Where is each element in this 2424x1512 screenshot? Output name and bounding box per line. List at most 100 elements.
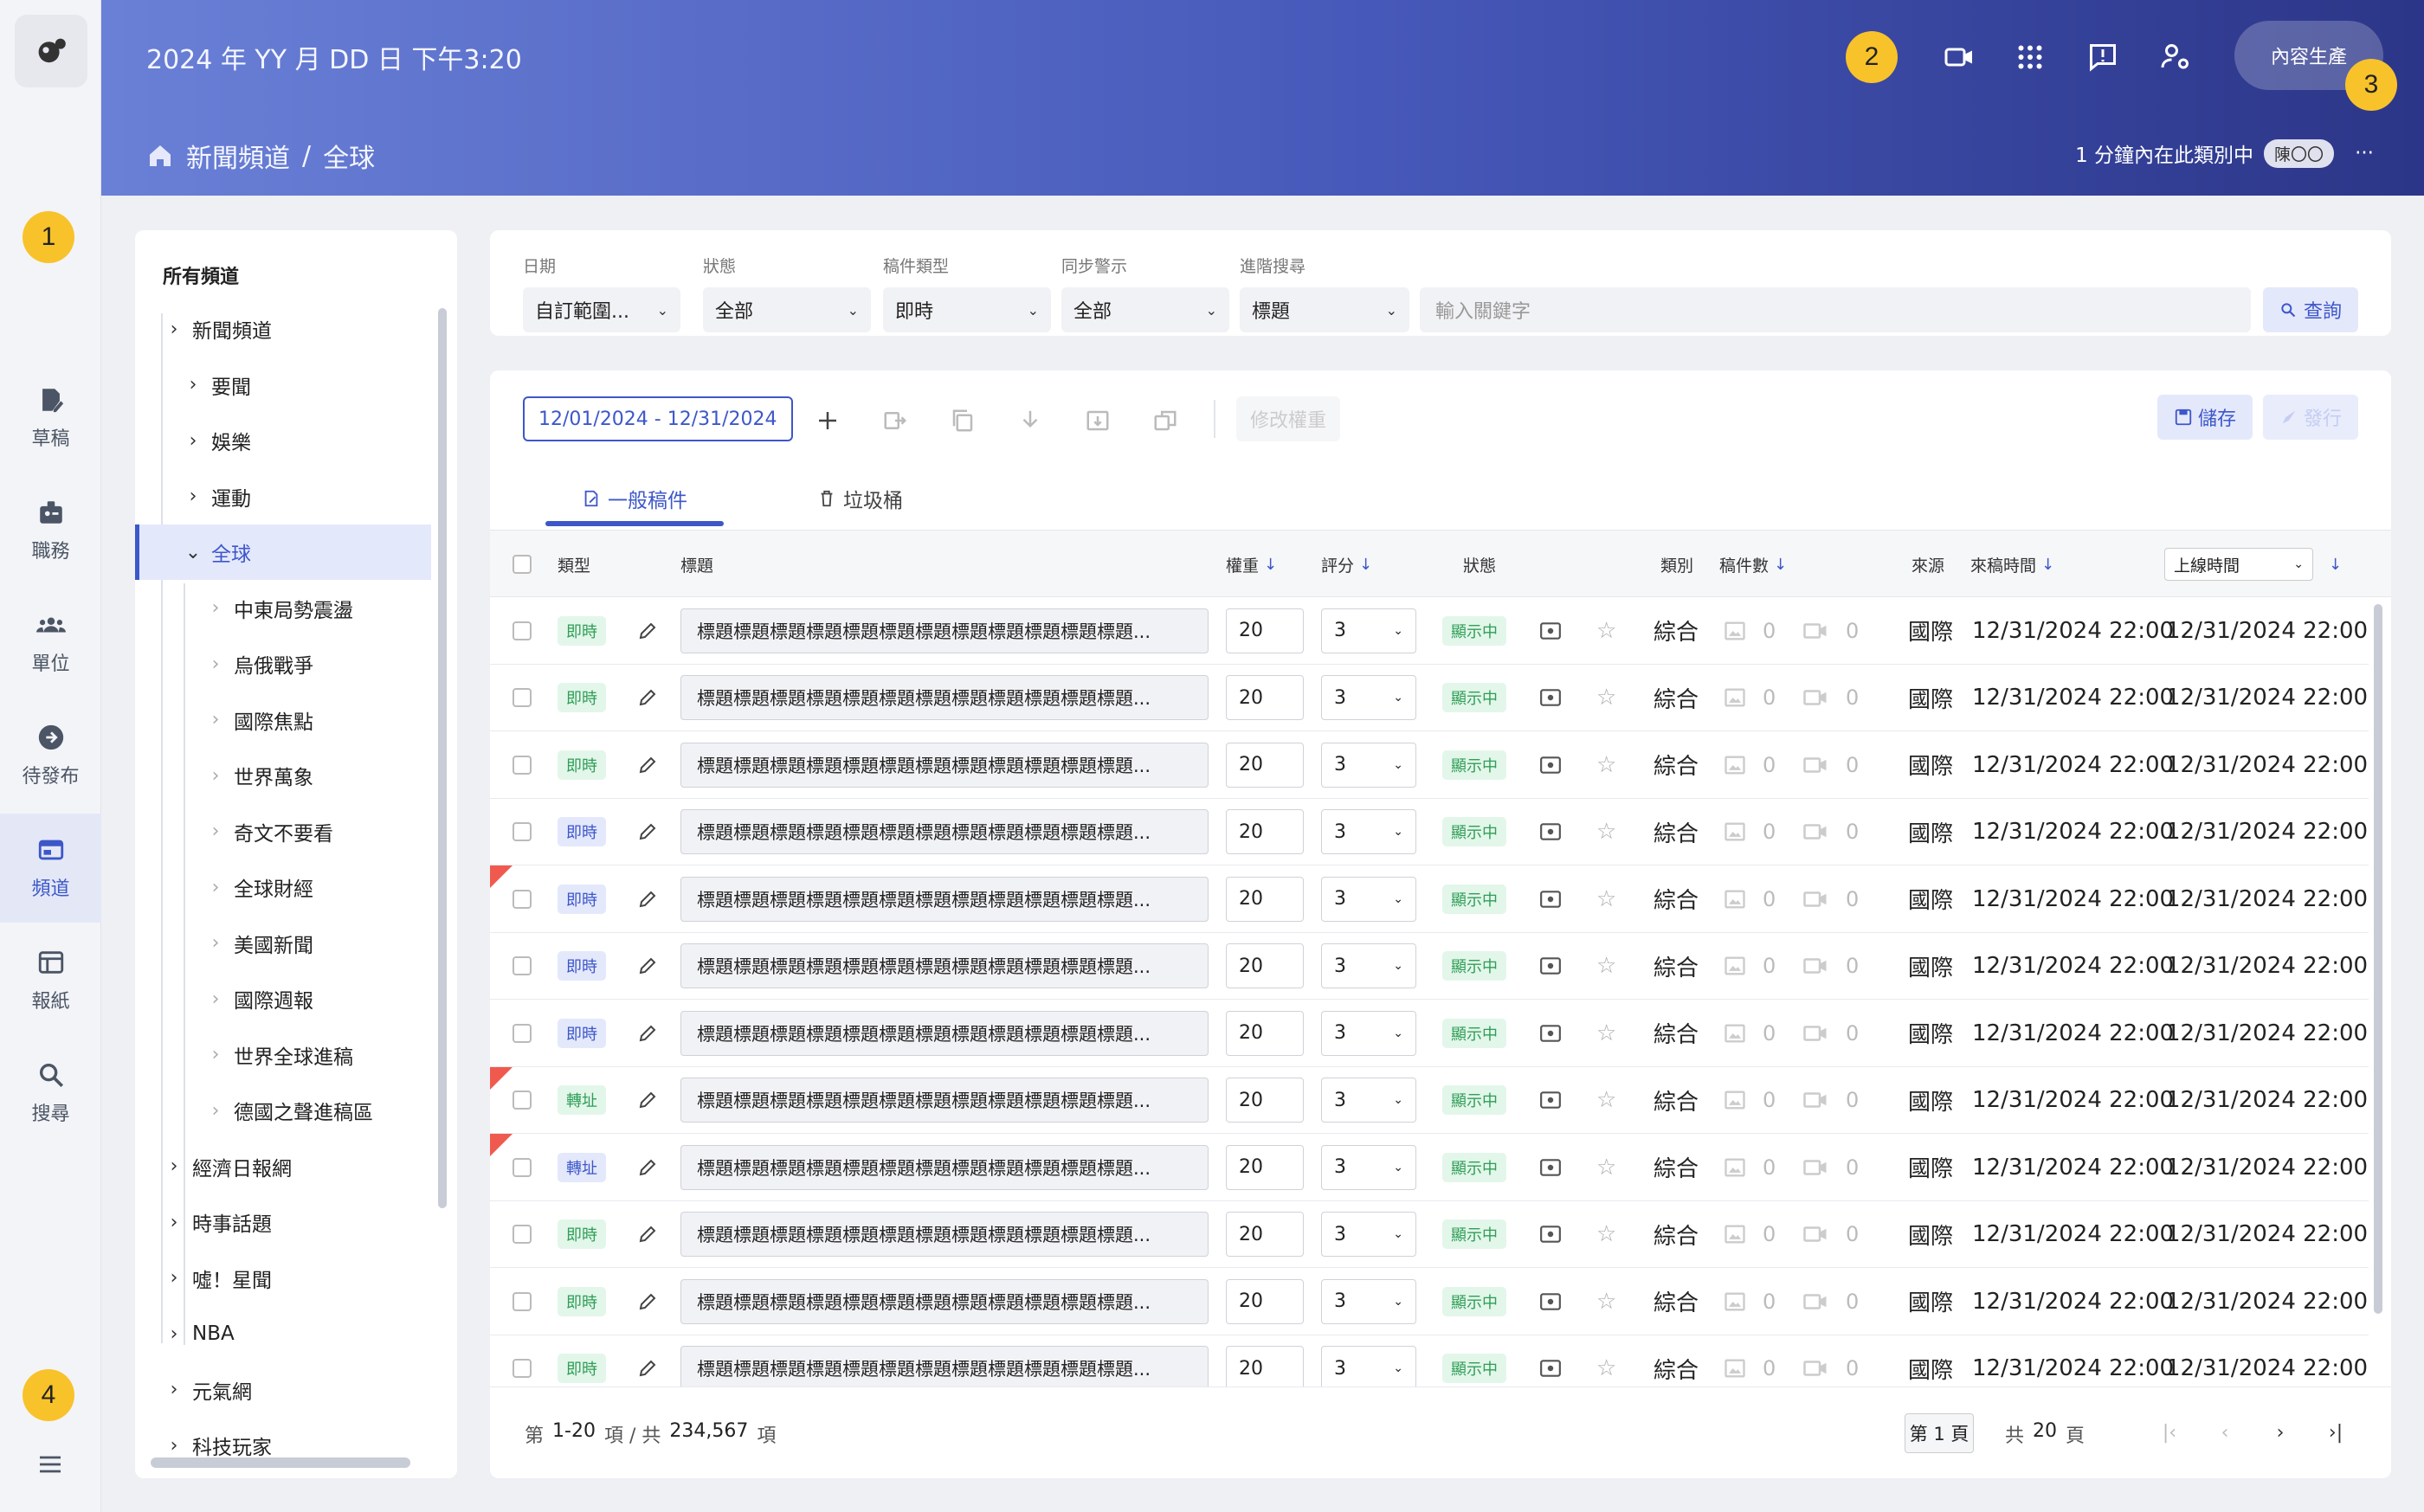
- edit-icon[interactable]: [637, 1000, 658, 1066]
- weight-field[interactable]: 20: [1226, 1346, 1304, 1387]
- row-checkbox[interactable]: [513, 665, 532, 731]
- tree-item[interactable]: › 元氣網: [135, 1362, 431, 1418]
- edit-icon[interactable]: [637, 1134, 658, 1200]
- score-select[interactable]: 3 ⌄: [1321, 876, 1416, 922]
- preview-icon[interactable]: [1539, 1335, 1562, 1387]
- tree-item[interactable]: › 美國新聞: [135, 916, 431, 971]
- title-field[interactable]: 標題標題標題標題標題標題標題標題標題標題標題標題...: [680, 809, 1209, 854]
- nav-item-unit[interactable]: 單位: [0, 589, 101, 698]
- header-score[interactable]: 評分 ↓: [1321, 531, 1372, 598]
- keyword-input[interactable]: 輸入關鍵字: [1420, 287, 2251, 332]
- weight-field[interactable]: 20: [1226, 943, 1304, 988]
- tree-item[interactable]: › NBA: [135, 1306, 431, 1361]
- preview-icon[interactable]: [1539, 597, 1562, 664]
- title-field[interactable]: 標題標題標題標題標題標題標題標題標題標題標題標題...: [680, 943, 1209, 988]
- tree-item[interactable]: › 世界萬象: [135, 748, 431, 803]
- preview-icon[interactable]: [1539, 1134, 1562, 1200]
- chevron-right-icon[interactable]: ›: [161, 1379, 187, 1400]
- score-select[interactable]: 3 ⌄: [1321, 1144, 1416, 1190]
- star-icon[interactable]: ☆: [1596, 731, 1616, 798]
- edit-icon[interactable]: [637, 1335, 658, 1387]
- header-received[interactable]: 來稿時間 ↓: [1970, 531, 2054, 598]
- weight-field[interactable]: 20: [1226, 1212, 1304, 1257]
- last-page-icon[interactable]: ›|: [2320, 1417, 2351, 1448]
- online-time-select[interactable]: 上線時間 ⌄: [2164, 548, 2313, 581]
- duplicate-icon[interactable]: [1150, 405, 1181, 436]
- row-checkbox[interactable]: [513, 933, 532, 1000]
- table-row[interactable]: 轉址 標題標題標題標題標題標題標題標題標題標題標題標題... 20 3 ⌄ 顯示中 ☆ 綜合 0…: [490, 1134, 2369, 1201]
- star-icon[interactable]: ☆: [1596, 1335, 1616, 1387]
- tree-item[interactable]: › 噓！星聞: [135, 1251, 431, 1306]
- tree-item[interactable]: › 娛樂: [135, 413, 431, 468]
- score-select[interactable]: 3 ⌄: [1321, 675, 1416, 720]
- chevron-right-icon[interactable]: ›: [203, 820, 229, 842]
- table-row[interactable]: 即時 標題標題標題標題標題標題標題標題標題標題標題標題... 20 3 ⌄ 顯示中 ☆ 綜合 0…: [490, 865, 2369, 933]
- title-field[interactable]: 標題標題標題標題標題標題標題標題標題標題標題標題...: [680, 1346, 1209, 1387]
- preview-icon[interactable]: [1539, 799, 1562, 865]
- select-all-checkbox[interactable]: [513, 531, 532, 598]
- tree-item[interactable]: › 烏俄戰爭: [135, 636, 431, 692]
- table-row[interactable]: 即時 標題標題標題標題標題標題標題標題標題標題標題標題... 20 3 ⌄ 顯示中 ☆ 綜合 0…: [490, 597, 2369, 665]
- user-chip[interactable]: 陳〇〇: [2264, 138, 2335, 168]
- chevron-right-icon[interactable]: ›: [203, 597, 229, 619]
- score-select[interactable]: 3 ⌄: [1321, 1346, 1416, 1387]
- tree-item[interactable]: › 全球財經: [135, 859, 431, 915]
- table-row[interactable]: 即時 標題標題標題標題標題標題標題標題標題標題標題標題... 20 3 ⌄ 顯示中 ☆ 綜合 0…: [490, 665, 2369, 731]
- row-checkbox[interactable]: [513, 865, 532, 932]
- table-row[interactable]: 即時 標題標題標題標題標題標題標題標題標題標題標題標題... 20 3 ⌄ 顯示中 ☆ 綜合 0…: [490, 1335, 2369, 1387]
- tree-item[interactable]: › 時事話題: [135, 1194, 431, 1250]
- more-icon[interactable]: ···: [2355, 142, 2374, 164]
- table-row[interactable]: 即時 標題標題標題標題標題標題標題標題標題標題標題標題... 20 3 ⌄ 顯示中 ☆ 綜合 0…: [490, 799, 2369, 865]
- nav-item-pending[interactable]: 待發布: [0, 701, 101, 810]
- title-field[interactable]: 標題標題標題標題標題標題標題標題標題標題標題標題...: [680, 1144, 1209, 1190]
- score-select[interactable]: 3 ⌄: [1321, 1278, 1416, 1324]
- preview-icon[interactable]: [1539, 1000, 1562, 1066]
- nav-item-channel[interactable]: 頻道: [0, 814, 101, 923]
- chevron-right-icon[interactable]: ›: [161, 318, 187, 340]
- home-icon[interactable]: [146, 142, 174, 170]
- tree-item[interactable]: › 經濟日報網: [135, 1139, 431, 1194]
- edit-icon[interactable]: [637, 933, 658, 1000]
- star-icon[interactable]: ☆: [1596, 597, 1616, 664]
- title-field[interactable]: 標題標題標題標題標題標題標題標題標題標題標題標題...: [680, 1010, 1209, 1056]
- nav-item-duty[interactable]: 職務: [0, 476, 101, 585]
- chevron-right-icon[interactable]: ›: [161, 1267, 187, 1289]
- edit-icon[interactable]: [637, 799, 658, 865]
- title-field[interactable]: 標題標題標題標題標題標題標題標題標題標題標題標題...: [680, 1278, 1209, 1324]
- title-field[interactable]: 標題標題標題標題標題標題標題標題標題標題標題標題...: [680, 1078, 1209, 1123]
- move-icon[interactable]: [880, 405, 911, 436]
- star-icon[interactable]: ☆: [1596, 933, 1616, 1000]
- chevron-right-icon[interactable]: ›: [161, 1323, 187, 1345]
- nav-item-search[interactable]: 搜尋: [0, 1039, 101, 1148]
- table-row[interactable]: 即時 標題標題標題標題標題標題標題標題標題標題標題標題... 20 3 ⌄ 顯示中 ☆ 綜合 0…: [490, 933, 2369, 1000]
- row-checkbox[interactable]: [513, 731, 532, 798]
- table-row[interactable]: 即時 標題標題標題標題標題標題標題標題標題標題標題標題... 20 3 ⌄ 顯示中 ☆ 綜合 0…: [490, 1268, 2369, 1335]
- table-row[interactable]: 轉址 標題標題標題標題標題標題標題標題標題標題標題標題... 20 3 ⌄ 顯示中 ☆ 綜合 0…: [490, 1066, 2369, 1134]
- star-icon[interactable]: ☆: [1596, 1268, 1616, 1335]
- chevron-right-icon[interactable]: ›: [180, 430, 206, 452]
- chevron-right-icon[interactable]: ›: [203, 1100, 229, 1122]
- weight-field[interactable]: 20: [1226, 1144, 1304, 1190]
- score-select[interactable]: 3 ⌄: [1321, 809, 1416, 854]
- row-checkbox[interactable]: [513, 799, 532, 865]
- tree-item[interactable]: › 奇文不要看: [135, 804, 431, 859]
- preview-icon[interactable]: [1539, 731, 1562, 798]
- score-select[interactable]: 3 ⌄: [1321, 1078, 1416, 1123]
- row-checkbox[interactable]: [513, 1134, 532, 1200]
- current-page-select[interactable]: 第 1 頁: [1905, 1413, 1974, 1453]
- download-icon[interactable]: [1015, 405, 1046, 436]
- weight-field[interactable]: 20: [1226, 742, 1304, 788]
- chevron-right-icon[interactable]: ›: [180, 486, 206, 507]
- header-count[interactable]: 稿件數 ↓: [1719, 531, 1787, 598]
- row-checkbox[interactable]: [513, 1067, 532, 1134]
- score-select[interactable]: 3 ⌄: [1321, 1010, 1416, 1056]
- table-row[interactable]: 即時 標題標題標題標題標題標題標題標題標題標題標題標題... 20 3 ⌄ 顯示中 ☆ 綜合 0…: [490, 1201, 2369, 1268]
- edit-icon[interactable]: [637, 1201, 658, 1268]
- score-select[interactable]: 3 ⌄: [1321, 608, 1416, 653]
- tree-item[interactable]: › 中東局勢震盪: [135, 581, 431, 636]
- apps-grid-icon[interactable]: [2011, 38, 2049, 76]
- score-select[interactable]: 3 ⌄: [1321, 943, 1416, 988]
- star-icon[interactable]: ☆: [1596, 799, 1616, 865]
- star-icon[interactable]: ☆: [1596, 1134, 1616, 1200]
- archive-icon[interactable]: [1082, 405, 1113, 436]
